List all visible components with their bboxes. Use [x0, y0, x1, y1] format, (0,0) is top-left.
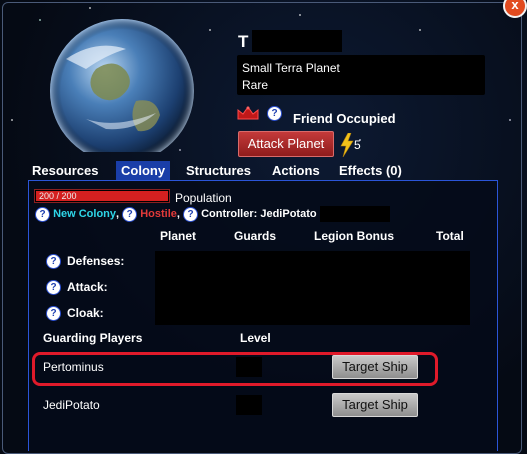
tab-structures[interactable]: Structures	[186, 161, 251, 181]
population-bar: 200 / 200	[34, 189, 170, 203]
status-new-colony: New Colony	[53, 208, 117, 220]
level-redaction	[236, 395, 262, 415]
planet-name: T	[238, 32, 249, 51]
stat-label: Attack:	[67, 280, 108, 294]
help-icon[interactable]: ?	[46, 306, 61, 322]
column-header-legion-bonus: Legion Bonus	[314, 229, 394, 243]
planet-rarity: Rare	[242, 78, 269, 92]
stat-label: Cloak:	[67, 306, 104, 320]
help-icon[interactable]: ?	[35, 206, 50, 222]
lightning-bolt-icon	[340, 133, 354, 157]
help-icon[interactable]: ?	[183, 206, 199, 222]
column-header-guards: Guards	[234, 229, 277, 243]
controller-redaction	[319, 206, 390, 222]
tab-effects[interactable]: Effects (0)	[339, 161, 402, 181]
status-separator: ,	[176, 208, 180, 220]
level-header: Level	[240, 331, 271, 345]
crown-icon	[237, 106, 259, 120]
stat-row-defenses: ? Defenses:	[46, 254, 125, 270]
help-icon[interactable]: ?	[46, 280, 61, 296]
stat-label: Defenses:	[67, 254, 125, 268]
status-hostile: Hostile	[140, 208, 177, 220]
controller-label: Controller: JediPotato	[201, 208, 317, 220]
guarding-players-header: Guarding Players	[43, 331, 143, 345]
target-ship-button[interactable]: Target Ship	[332, 393, 418, 417]
guard-row: JediPotato Target Ship	[34, 390, 494, 420]
energy-count: 5	[354, 138, 361, 152]
tab-resources[interactable]: Resources	[32, 161, 98, 181]
tab-colony[interactable]: Colony	[116, 161, 171, 181]
stat-row-attack: ? Attack:	[46, 280, 108, 296]
highlight-annotation	[32, 352, 438, 386]
population-label: Population	[175, 191, 232, 205]
colony-status-row: ? New Colony, ? Hostile, ? Controller: J…	[35, 206, 390, 222]
planet-name-redaction	[252, 30, 342, 52]
stats-values-redaction	[155, 251, 470, 325]
attack-planet-button[interactable]: Attack Planet	[238, 131, 334, 157]
population-value: 200 / 200	[39, 191, 77, 201]
planet-type: Small Terra Planet	[242, 61, 340, 75]
tab-actions[interactable]: Actions	[272, 161, 320, 181]
occupation-status: Friend Occupied	[293, 111, 396, 126]
help-icon[interactable]: ?	[46, 254, 61, 270]
help-icon[interactable]: ?	[267, 106, 282, 121]
status-separator: ,	[116, 208, 120, 220]
guard-player-name: JediPotato	[43, 398, 100, 412]
help-icon[interactable]: ?	[122, 206, 138, 222]
planet-image	[50, 19, 194, 152]
column-header-planet: Planet	[160, 229, 197, 243]
column-header-total: Total	[436, 229, 464, 243]
stat-row-cloak: ? Cloak:	[46, 306, 104, 322]
